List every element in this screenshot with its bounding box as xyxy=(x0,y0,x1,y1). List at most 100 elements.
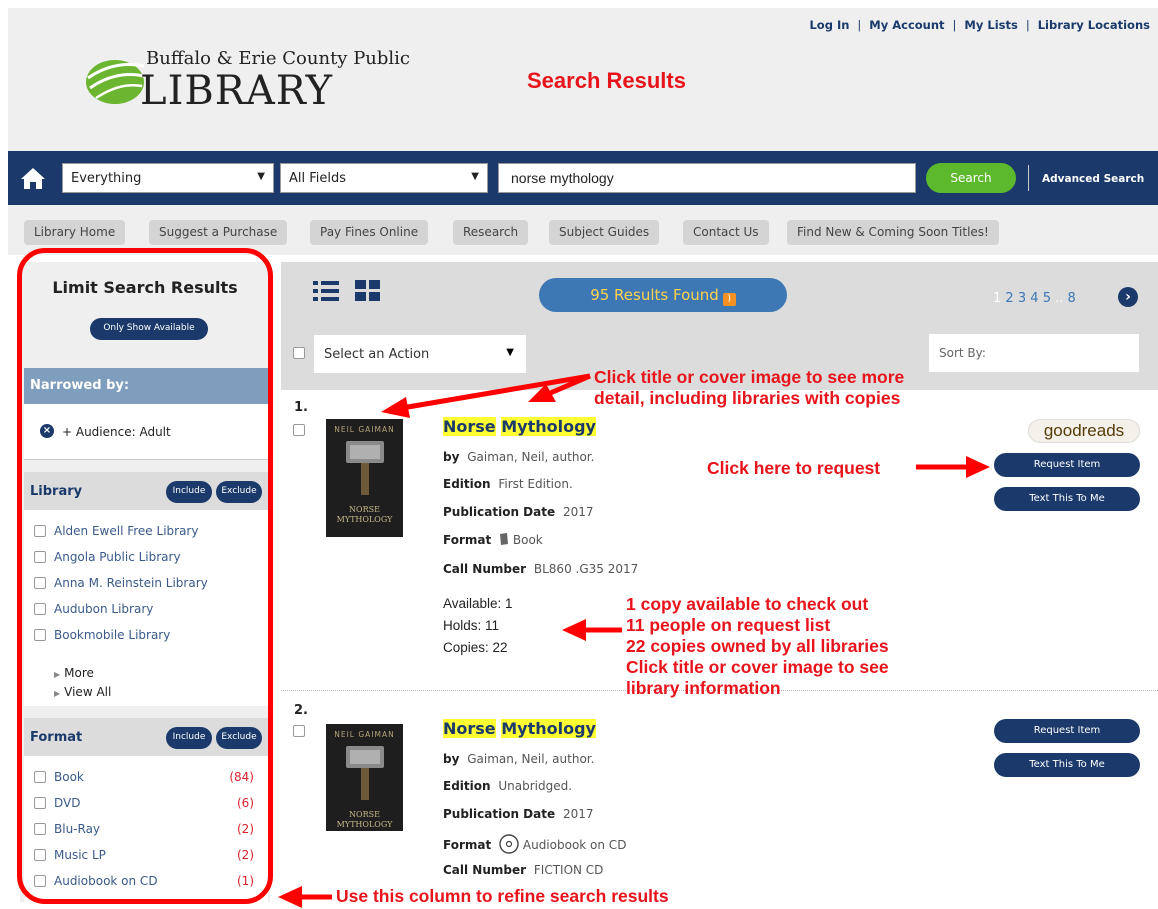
pub-date-value: 2017 xyxy=(562,505,594,519)
available-count: Available: 1 xyxy=(443,596,513,611)
record-call-number: Call Number BL860 .G35 2017 xyxy=(443,562,638,576)
text-this-to-me-button[interactable]: Text This To Me xyxy=(994,753,1140,777)
annotation-line: library information xyxy=(626,678,781,698)
record-title-link[interactable]: Norse Mythology xyxy=(443,719,596,738)
library-logo[interactable]: Buffalo & Erie County Public LIBRARY xyxy=(84,48,424,118)
home-icon[interactable] xyxy=(20,166,46,190)
sort-by-select[interactable]: Sort By: xyxy=(929,334,1139,372)
annotation-line: Click title or cover image to see more xyxy=(594,367,905,387)
annotation-line: 22 copies owned by all libraries xyxy=(626,636,889,656)
field-label: Format xyxy=(443,533,492,547)
field-label: by xyxy=(443,752,460,766)
page-link[interactable]: 5 xyxy=(1043,291,1051,306)
title-word: Norse xyxy=(443,417,496,436)
search-input[interactable]: norse mythology xyxy=(498,163,916,193)
edition-value: Unabridged. xyxy=(498,779,573,793)
cover-author: NEIL GAIMAN xyxy=(334,425,395,434)
author-value[interactable]: Gaiman, Neil, author. xyxy=(467,450,594,464)
grid-view-icon[interactable] xyxy=(355,280,381,302)
record-title-link[interactable]: Norse Mythology xyxy=(443,417,596,436)
record-checkbox[interactable] xyxy=(293,725,305,737)
action-select[interactable]: Select an Action ▼ xyxy=(314,335,526,373)
page-link[interactable]: 4 xyxy=(1030,291,1038,306)
result-record: 2. NEIL GAIMAN NORSE MYTHOLOGY Norse Myth… xyxy=(281,691,1158,909)
annotation-line: 1 copy available to check out xyxy=(626,594,869,614)
nav-research[interactable]: Research xyxy=(453,220,529,245)
book-cover-image[interactable]: NEIL GAIMAN NORSE MYTHOLOGY xyxy=(326,724,403,831)
page-link[interactable]: 3 xyxy=(1018,291,1026,306)
record-number: 2. xyxy=(294,703,308,718)
nav-library-home[interactable]: Library Home xyxy=(24,220,126,245)
record-author: by Gaiman, Neil, author. xyxy=(443,752,594,766)
title-word: Norse xyxy=(443,719,496,738)
annotation-request: Click here to request xyxy=(707,458,881,478)
page-link[interactable]: 2 xyxy=(1005,291,1013,306)
author-value[interactable]: Gaiman, Neil, author. xyxy=(467,752,594,766)
select-all-checkbox[interactable] xyxy=(293,347,305,359)
request-item-button[interactable]: Request Item xyxy=(994,453,1140,477)
cover-title: NORSE MYTHOLOGY xyxy=(326,810,403,830)
nav-pay-fines[interactable]: Pay Fines Online xyxy=(310,220,429,245)
cover-title-line: MYTHOLOGY xyxy=(336,820,393,829)
annotation-title-cover: Click title or cover image to see more d… xyxy=(594,367,904,409)
logo-text-main: LIBRARY xyxy=(140,68,334,114)
field-label: Publication Date xyxy=(443,505,556,519)
annotation-line: detail, including libraries with copies xyxy=(594,388,901,408)
annotation-line: Click title or cover image to see xyxy=(626,657,889,677)
list-view-icon[interactable] xyxy=(313,280,339,302)
next-page-icon[interactable]: › xyxy=(1118,287,1138,307)
title-word: Mythology xyxy=(501,417,596,436)
annotation-copies: 1 copy available to check out 11 people … xyxy=(626,594,889,699)
field-label: Edition xyxy=(443,477,491,491)
nav-contact-us[interactable]: Contact Us xyxy=(683,220,769,245)
results-found-badge[interactable]: 95 Results Found) xyxy=(539,278,787,312)
sidebar-highlight-frame xyxy=(17,248,273,904)
record-pub-date: Publication Date 2017 xyxy=(443,807,594,821)
field-label: Edition xyxy=(443,779,491,793)
annotation-column: Use this column to refine search results xyxy=(336,886,669,906)
my-account-link[interactable]: My Account xyxy=(869,18,944,32)
search-field-value: All Fields xyxy=(289,171,347,186)
edition-value: First Edition. xyxy=(498,477,573,491)
nav-new-titles[interactable]: Find New & Coming Soon Titles! xyxy=(787,220,999,245)
top-links: Log In | My Account | My Lists | Library Locat… xyxy=(809,18,1150,32)
logo-text-top: Buffalo & Erie County Public xyxy=(146,48,411,69)
chevron-down-icon: ▼ xyxy=(471,171,479,182)
goodreads-badge[interactable]: goodreads xyxy=(1028,419,1140,443)
book-cover-image[interactable]: NEIL GAIMAN NORSE MYTHOLOGY xyxy=(326,419,403,537)
login-link[interactable]: Log In xyxy=(809,18,849,32)
results-panel: 95 Results Found) 1 2 3 4 5 .. 8 › Selec… xyxy=(281,262,1158,909)
copies-count: Copies: 22 xyxy=(443,640,508,655)
record-edition: Edition Unabridged. xyxy=(443,779,572,793)
field-label: Call Number xyxy=(443,562,527,576)
page-heading-annotation: Search Results xyxy=(527,68,686,93)
annotation-line: 11 people on request list xyxy=(626,615,831,635)
action-select-value: Select an Action xyxy=(324,347,430,362)
request-item-button[interactable]: Request Item xyxy=(994,719,1140,743)
call-number-value: BL860 .G35 2017 xyxy=(533,562,639,576)
record-author: by Gaiman, Neil, author. xyxy=(443,450,594,464)
my-lists-link[interactable]: My Lists xyxy=(964,18,1017,32)
search-bar: Everything ▼ All Fields ▼ norse mytholog… xyxy=(8,151,1158,205)
chevron-down-icon: ▼ xyxy=(257,171,265,182)
cover-title-line: MYTHOLOGY xyxy=(336,515,393,524)
chevron-down-icon: ▼ xyxy=(506,347,514,358)
pagination: 1 2 3 4 5 .. 8 xyxy=(993,291,1076,306)
page-link[interactable]: 8 xyxy=(1068,291,1076,306)
pub-date-value: 2017 xyxy=(562,807,594,821)
field-label: Call Number xyxy=(443,863,527,877)
format-value: Book xyxy=(512,533,543,547)
call-number-value: FICTION CD xyxy=(533,863,604,877)
advanced-search-link[interactable]: Advanced Search xyxy=(1042,173,1144,185)
nav-subject-guides[interactable]: Subject Guides xyxy=(549,220,660,245)
search-button[interactable]: Search xyxy=(926,163,1016,193)
search-field-select[interactable]: All Fields ▼ xyxy=(280,163,488,193)
nav-suggest-purchase[interactable]: Suggest a Purchase xyxy=(149,220,288,245)
page-ellipsis: .. xyxy=(1055,291,1064,306)
record-checkbox[interactable] xyxy=(293,424,305,436)
library-locations-link[interactable]: Library Locations xyxy=(1038,18,1150,32)
search-scope-select[interactable]: Everything ▼ xyxy=(62,163,274,193)
text-this-to-me-button[interactable]: Text This To Me xyxy=(994,487,1140,511)
rss-icon[interactable]: ) xyxy=(722,293,736,306)
record-edition: Edition First Edition. xyxy=(443,477,573,491)
